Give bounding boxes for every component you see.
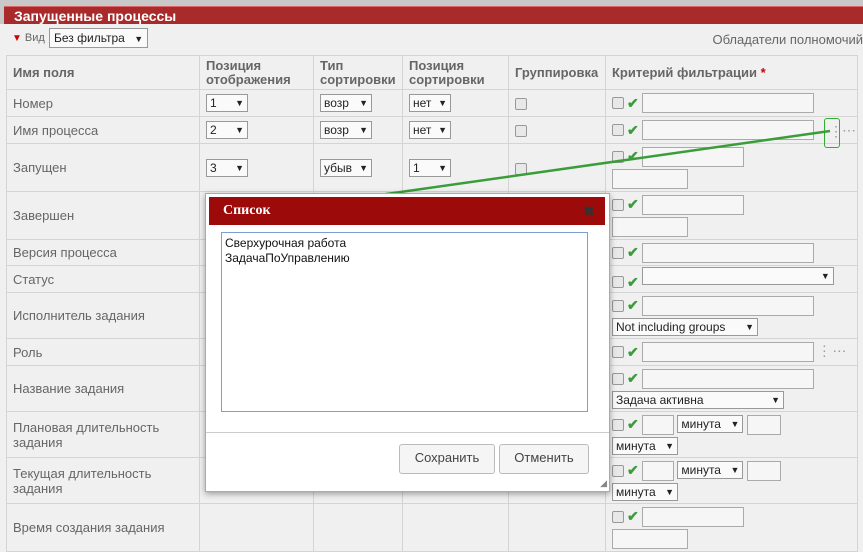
dialog-title: Список [223,203,271,218]
save-button[interactable]: Сохранить [399,444,495,474]
list-dialog: Список ✖ Сохранить Отменить ◢ [205,193,610,492]
dialog-header: Список ✖ [209,197,605,225]
resize-grip-icon[interactable]: ◢ [600,478,607,489]
close-icon[interactable]: ✖ [583,197,595,225]
cancel-button[interactable]: Отменить [499,444,589,474]
list-textarea[interactable] [221,232,588,412]
dialog-divider [206,432,609,433]
